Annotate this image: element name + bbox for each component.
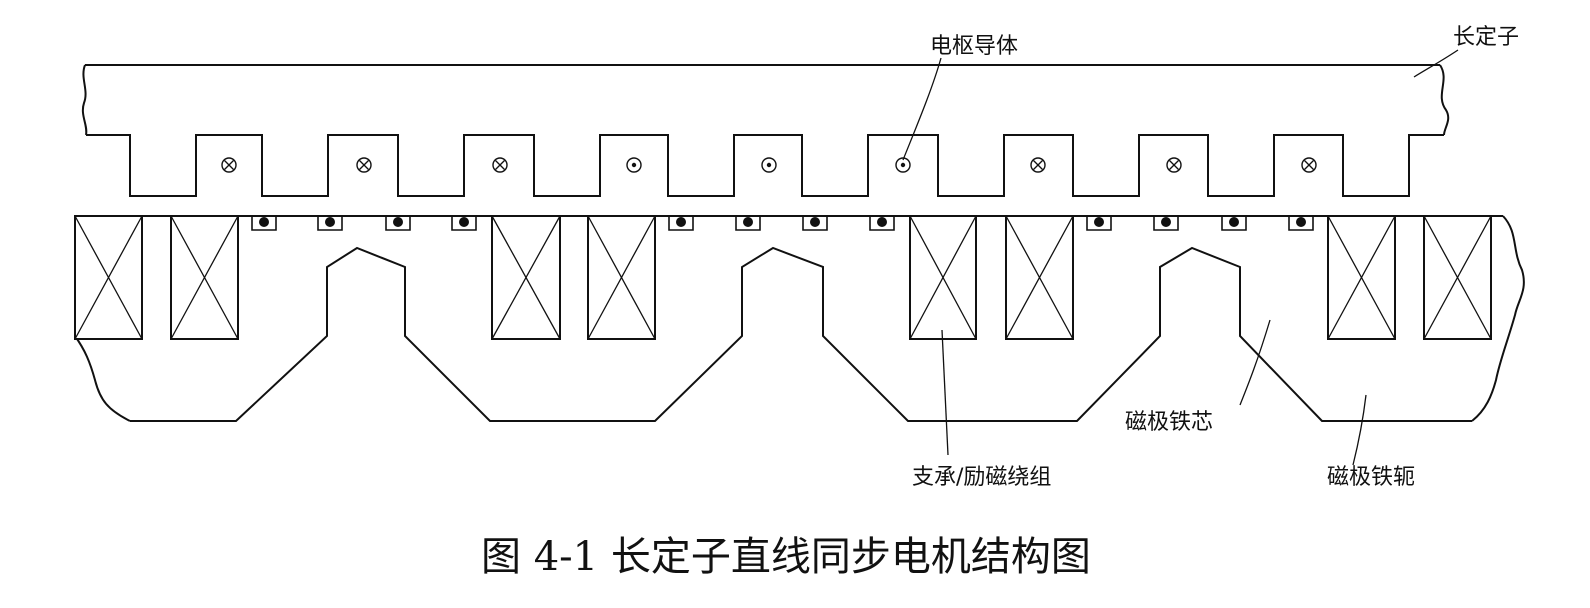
excitation-windings xyxy=(74,215,1492,340)
conductor-dot xyxy=(766,162,772,168)
long-stator xyxy=(81,64,1450,197)
mover-break-left xyxy=(74,335,131,422)
long-stator-break-left xyxy=(81,64,88,136)
label-support-excitation-winding: 支承/励磁绕组 xyxy=(912,465,1051,490)
excitation-winding-3 xyxy=(491,215,561,340)
pole-slot-conductor xyxy=(676,217,686,227)
pole-slot-conductor xyxy=(1094,217,1104,227)
label-pole-yoke: 磁极铁轭 xyxy=(1327,465,1415,490)
pole-slot-12 xyxy=(1288,216,1314,231)
pole-slot-5 xyxy=(668,216,694,231)
label-long-stator: 长定子 xyxy=(1453,25,1519,50)
motor-structure-diagram: 电枢导体 长定子 支承/励磁绕组 磁极铁芯 磁极铁轭 图 4-1 长定子直线同步… xyxy=(74,25,1525,580)
pole-slot-conductor xyxy=(1161,217,1171,227)
figure: 电枢导体 长定子 支承/励磁绕组 磁极铁芯 磁极铁轭 图 4-1 长定子直线同步… xyxy=(0,0,1590,608)
armature-conductor-6 xyxy=(895,157,911,173)
armature-conductor-8 xyxy=(1166,157,1182,173)
pole-slot-conductor xyxy=(259,217,269,227)
armature-conductor-1 xyxy=(221,157,237,173)
armature-conductors xyxy=(221,157,1317,173)
excitation-winding-4 xyxy=(587,215,656,340)
pole-slot-conductor xyxy=(743,217,753,227)
pole-slot-2 xyxy=(317,216,343,231)
pole-slot-6 xyxy=(735,216,761,231)
conductor-dot xyxy=(631,162,637,168)
pole-slot-9 xyxy=(1086,216,1112,231)
leader-winding xyxy=(941,329,949,456)
armature-conductor-5 xyxy=(761,157,777,173)
leader-armature-conductor xyxy=(902,57,942,161)
pole-slot-1 xyxy=(251,216,277,231)
pole-slot-conductor xyxy=(393,217,403,227)
mover-outline xyxy=(75,215,1503,422)
pole-slot-10 xyxy=(1153,216,1179,231)
label-armature-conductor: 电枢导体 xyxy=(930,34,1018,59)
excitation-winding-7 xyxy=(1327,215,1396,340)
conductor-dot xyxy=(900,162,906,168)
pole-slot-4 xyxy=(451,216,477,231)
figure-caption: 图 4-1 长定子直线同步电机结构图 xyxy=(481,534,1091,580)
pole-slot-3 xyxy=(385,216,411,231)
pole-slot-conductor xyxy=(1296,217,1306,227)
excitation-winding-5 xyxy=(909,215,977,340)
pole-surface-slots xyxy=(251,216,1314,231)
pole-slot-conductor xyxy=(877,217,887,227)
excitation-winding-6 xyxy=(1005,215,1074,340)
pole-slot-conductor xyxy=(1229,217,1239,227)
pole-slot-conductor xyxy=(325,217,335,227)
pole-slot-7 xyxy=(802,216,828,231)
mover xyxy=(74,215,1525,422)
armature-conductor-7 xyxy=(1030,157,1046,173)
long-stator-outline xyxy=(85,64,1444,197)
pole-slot-11 xyxy=(1221,216,1247,231)
armature-conductor-2 xyxy=(356,157,372,173)
long-stator-break-right xyxy=(1439,64,1450,136)
label-pole-core: 磁极铁芯 xyxy=(1125,410,1213,435)
armature-conductor-9 xyxy=(1301,157,1317,173)
pole-slot-conductor xyxy=(810,217,820,227)
excitation-winding-8 xyxy=(1423,215,1492,340)
excitation-winding-1 xyxy=(74,215,143,340)
armature-conductor-4 xyxy=(626,157,642,173)
excitation-winding-2 xyxy=(170,215,239,340)
leader-long-stator xyxy=(1413,49,1459,78)
pole-slot-conductor xyxy=(459,217,469,227)
leader-pole-yoke xyxy=(1352,394,1367,466)
pole-slot-8 xyxy=(869,216,895,231)
armature-conductor-3 xyxy=(492,157,508,173)
